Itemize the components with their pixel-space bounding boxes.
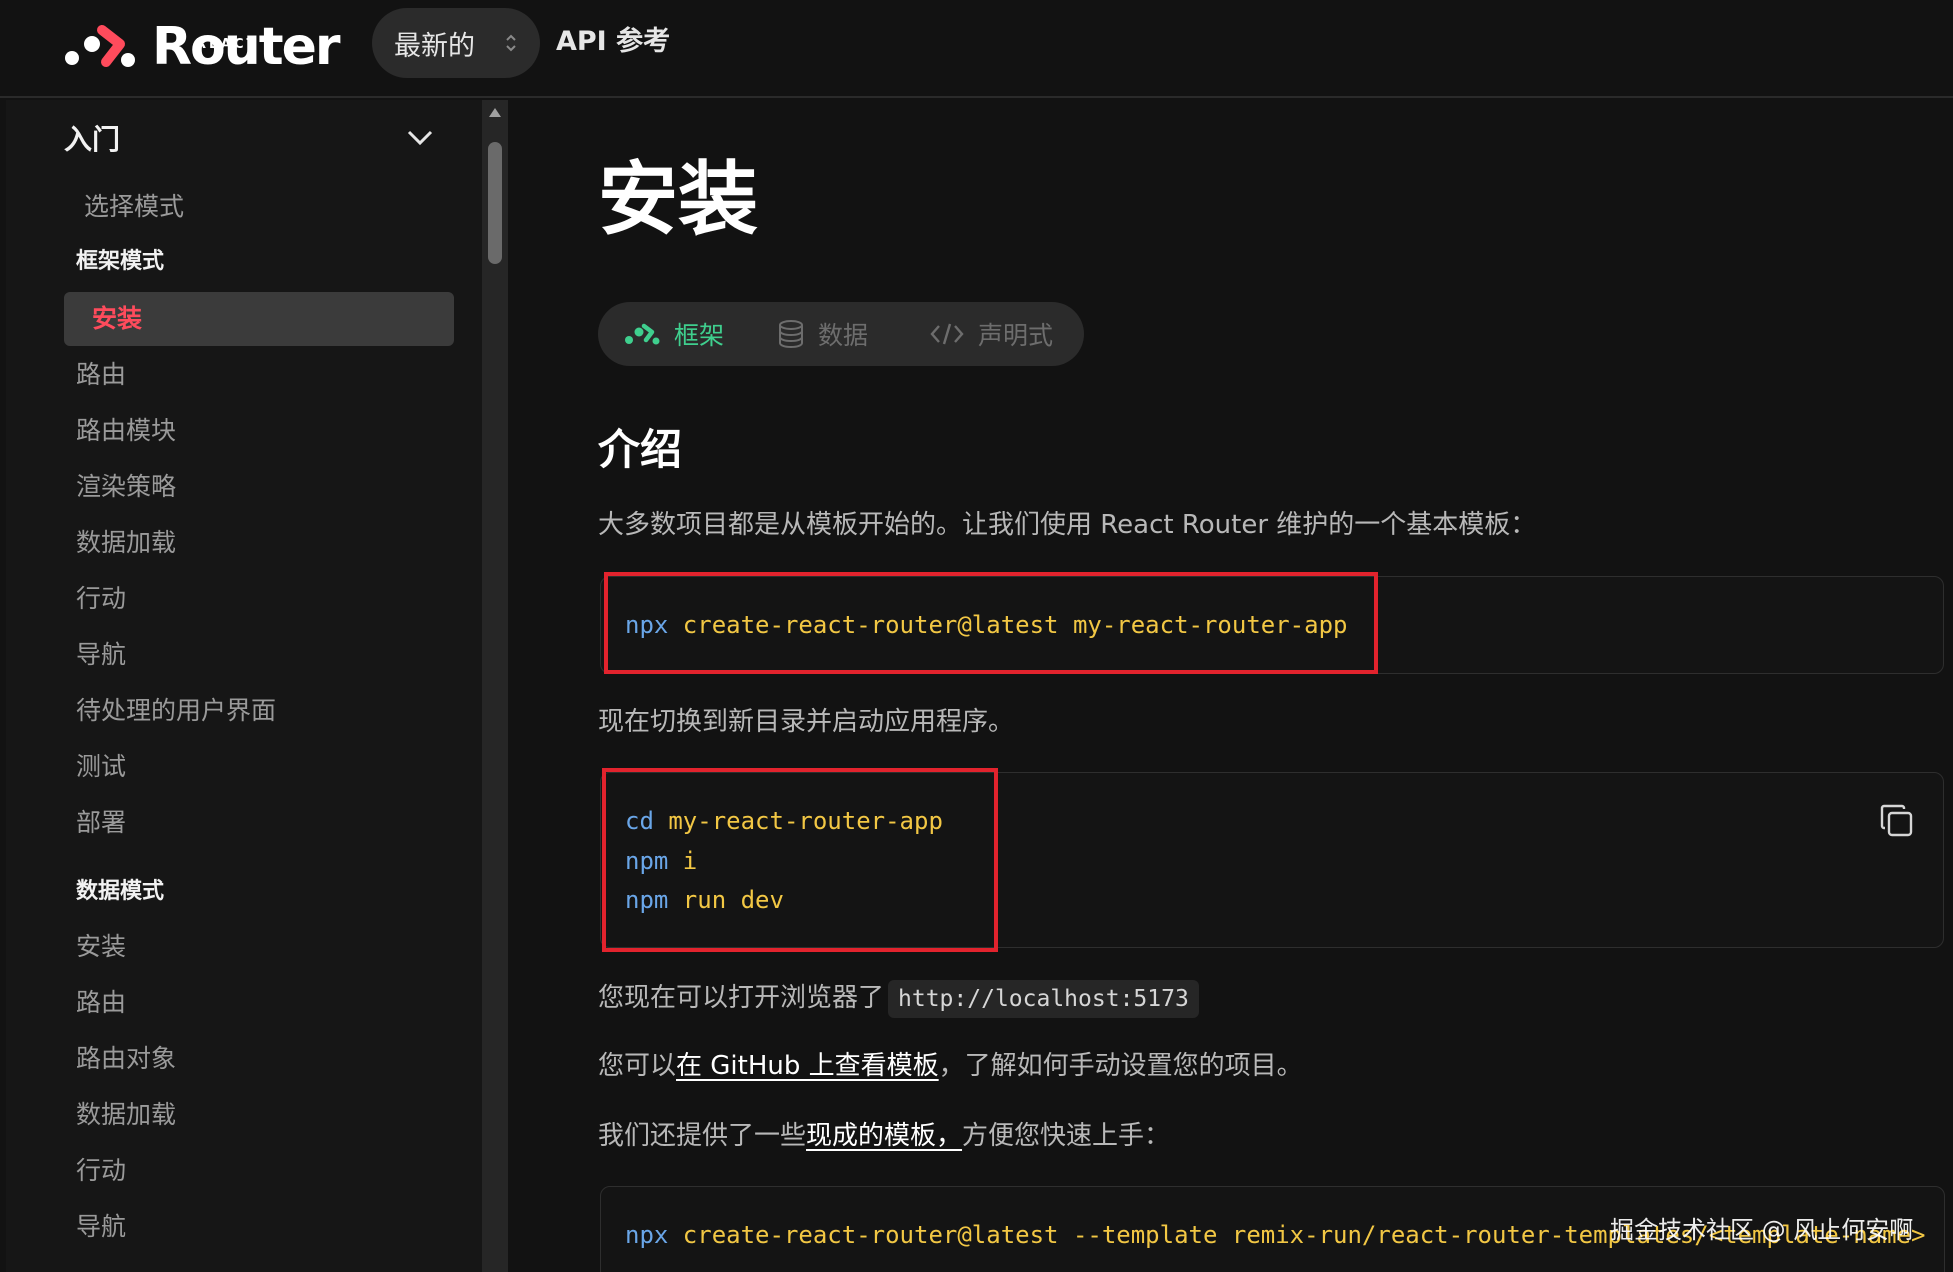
react-router-logo[interactable]: REACT Router [62,18,341,76]
tab-data[interactable]: 数据 [778,302,868,366]
ready-templates-link[interactable]: 现成的模板， [806,1121,962,1151]
browser-text: 您现在可以打开浏览器了 [598,983,885,1013]
sidebar-item-data-loading[interactable]: 数据加载 [76,516,454,570]
sidebar-item-deploying[interactable]: 部署 [76,796,454,850]
intro-paragraph: 大多数项目都是从模板开始的。让我们使用 React Router 维护的一个基本… [598,510,1537,540]
github-prefix: 您可以 [598,1051,677,1081]
sidebar-item-route-object[interactable]: 路由对象 [76,1032,454,1086]
top-bar: REACT Router 最新的 API 参考 [0,0,1953,98]
sidebar-item-routing[interactable]: 路由 [76,348,454,402]
intro-heading: 介绍 [598,425,683,474]
browser-paragraph: 您现在可以打开浏览器了 http://localhost:5173 [598,978,1199,1018]
scroll-up-arrow-icon[interactable] [488,106,502,118]
sidebar-item-rendering[interactable]: 渲染策略 [76,460,454,514]
sidebar-item-testing[interactable]: 测试 [76,740,454,794]
sidebar-section-data: 数据模式 [76,879,165,904]
watermark: 掘金技术社区 @ 风止何安啊 [1610,1216,1914,1244]
localhost-inline-code: http://localhost:5173 [888,980,1199,1018]
framework-icon [625,323,660,345]
sidebar-item-navigation[interactable]: 导航 [76,628,454,682]
sidebar-item-choose-mode[interactable]: 选择模式 [64,180,454,234]
tab-framework[interactable]: 框架 [624,302,724,366]
sidebar-item-route-module[interactable]: 路由模块 [76,404,454,458]
sidebar-section-title[interactable]: 入门 [64,118,444,158]
scrollbar-thumb[interactable] [488,142,502,264]
tab-declarative-label: 声明式 [978,321,1054,350]
tab-declarative[interactable]: 声明式 [930,302,1053,366]
version-select[interactable]: 最新的 [372,8,540,78]
version-label: 最新的 [394,30,475,62]
sidebar-item-install-active[interactable]: 安装 [64,292,454,346]
sidebar-item-pending-ui[interactable]: 待处理的用户界面 [76,684,454,738]
api-reference-link[interactable]: API 参考 [556,22,670,62]
logo-wordmark: REACT Router [152,18,341,76]
page-title: 安装 [598,153,758,246]
sidebar-item-data-actions[interactable]: 行动 [76,1144,454,1198]
tab-data-label: 数据 [818,321,869,350]
github-suffix: ，了解如何手动设置您的项目。 [938,1051,1303,1081]
database-icon [779,320,803,349]
highlight-box-start [602,768,998,952]
sidebar-item-data-routing[interactable]: 路由 [76,976,454,1030]
copy-icon[interactable] [1879,803,1915,839]
code-brackets-icon [930,323,964,345]
tab-framework-label: 框架 [674,321,725,350]
sidebar-item-actions[interactable]: 行动 [76,572,454,626]
select-arrows-icon [506,34,516,52]
page: REACT Router 最新的 API 参考 入门 选择模式 框架模式 安装 … [0,0,1953,1272]
logo-superscript: REACT [196,37,259,52]
sidebar-scrollbar[interactable] [482,100,508,1272]
templates-suffix: 方便您快速上手： [962,1121,1171,1151]
code-command: npx [625,1221,669,1249]
sidebar-item-data-data-loading[interactable]: 数据加载 [76,1088,454,1142]
highlight-box-create [604,572,1378,674]
mode-tabs: 框架 数据 声明式 [598,302,1084,366]
templates-prefix: 我们还提供了一些 [598,1121,807,1151]
sidebar-item-data-navigation[interactable]: 导航 [76,1200,454,1254]
chevron-down-icon[interactable] [406,128,434,148]
react-router-logo-icon [65,25,135,67]
switch-paragraph: 现在切换到新目录并启动应用程序。 [598,707,1015,737]
sidebar-section-framework: 框架模式 [76,249,165,274]
main-content: 安装 框架 数据 声明式 介绍 大多数项目都是从模板开始的。让我们使用 Reac… [508,100,1953,1272]
templates-paragraph: 我们还提供了一些现成的模板，方便您快速上手： [598,1116,1170,1156]
sidebar: 入门 选择模式 框架模式 安装 路由 路由模块 渲染策略 数据加载 行动 导航 … [6,100,482,1272]
github-template-link[interactable]: 在 GitHub 上查看模板 [676,1051,939,1081]
github-paragraph: 您可以在 GitHub 上查看模板，了解如何手动设置您的项目。 [598,1046,1303,1086]
sidebar-item-data-install[interactable]: 安装 [76,920,454,974]
